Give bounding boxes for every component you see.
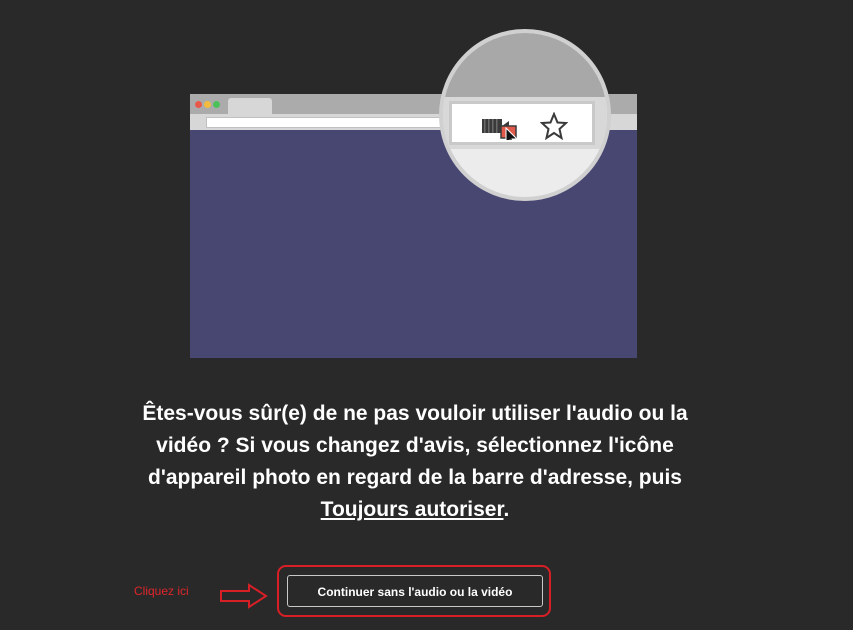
- continue-without-audio-video-button[interactable]: Continuer sans l'audio ou la vidéo: [287, 575, 543, 607]
- permission-message: Êtes-vous sûr(e) de ne pas vouloir utili…: [100, 398, 730, 526]
- permission-page: Êtes-vous sûr(e) de ne pas vouloir utili…: [0, 0, 853, 630]
- magnifier-titlebar: [443, 33, 607, 97]
- message-end-punct: .: [503, 498, 510, 521]
- window-minimize-dot: [204, 101, 211, 108]
- click-here-hint: Cliquez ici: [134, 584, 189, 598]
- magnifier-illustration: [439, 29, 611, 201]
- camera-blocked-icon: [482, 119, 519, 140]
- message-line-3: d'appareil photo en regard de la barre d…: [148, 466, 682, 489]
- window-close-dot: [195, 101, 202, 108]
- always-allow-link[interactable]: Toujours autoriser: [321, 498, 504, 521]
- browser-tab: [228, 98, 272, 114]
- message-line-1: Êtes-vous sûr(e) de ne pas vouloir utili…: [142, 402, 688, 425]
- window-maximize-dot: [213, 101, 220, 108]
- magnifier-address-bar: [449, 101, 595, 145]
- annotation-arrow-icon: [220, 583, 268, 609]
- message-line-2: vidéo ? Si vous changez d'avis, sélectio…: [156, 434, 674, 457]
- star-icon: [540, 112, 568, 140]
